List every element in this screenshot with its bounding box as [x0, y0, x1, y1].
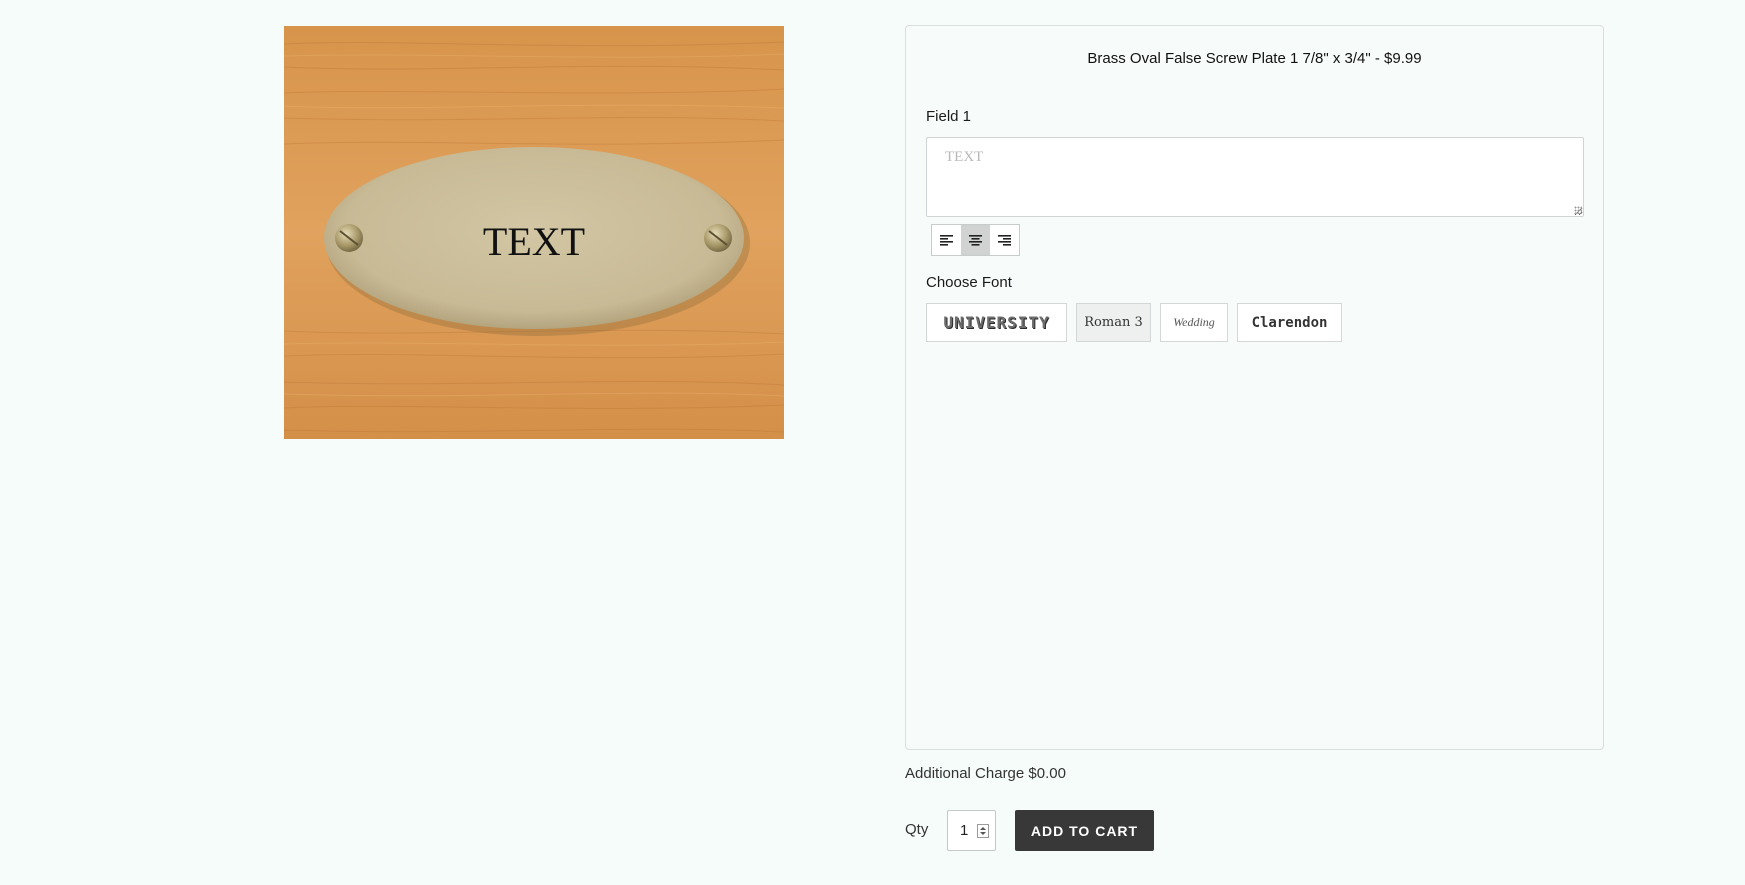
product-title: Brass Oval False Screw Plate 1 7/8" x 3/…	[1087, 50, 1422, 67]
font-options: UNIVERSITY Roman 3 Wedding Clarendon	[926, 303, 1342, 342]
additional-charge: Additional Charge $0.00	[905, 765, 1066, 782]
font-option-university[interactable]: UNIVERSITY	[926, 303, 1067, 342]
align-center-button[interactable]	[961, 225, 990, 255]
align-right-button[interactable]	[990, 225, 1019, 255]
align-center-icon	[969, 234, 982, 246]
font-option-clarendon[interactable]: Clarendon	[1237, 303, 1342, 342]
text-alignment-group	[931, 224, 1020, 256]
align-right-icon	[998, 234, 1011, 246]
product-customizer-page: TEXT Brass Oval False Screw Plate 1 7/8"…	[0, 0, 1745, 885]
qty-value: 1	[960, 822, 969, 839]
left-screw	[335, 224, 363, 252]
spinner-arrows-icon[interactable]	[977, 824, 989, 838]
field-1-text-input[interactable]	[926, 137, 1584, 217]
right-screw	[704, 224, 732, 252]
font-option-roman-3[interactable]: Roman 3	[1076, 303, 1151, 342]
field-1-label: Field 1	[926, 108, 972, 125]
qty-label: Qty	[905, 821, 929, 838]
font-option-wedding[interactable]: Wedding	[1160, 303, 1228, 342]
add-to-cart-button[interactable]: ADD TO CART	[1015, 810, 1154, 851]
product-preview-image: TEXT	[284, 26, 784, 439]
qty-stepper[interactable]: 1	[947, 810, 996, 851]
choose-font-label: Choose Font	[926, 274, 1012, 291]
resize-grip-icon[interactable]	[1574, 206, 1582, 214]
customization-panel: Brass Oval False Screw Plate 1 7/8" x 3/…	[905, 25, 1604, 750]
plate-text: TEXT	[483, 219, 585, 264]
align-left-icon	[940, 234, 953, 246]
align-left-button[interactable]	[932, 225, 961, 255]
